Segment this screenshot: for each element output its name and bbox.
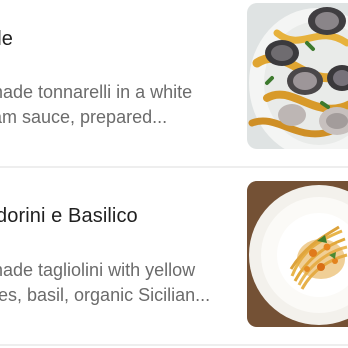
menu-list: ole made tonnarelli in a white lam sauce…	[0, 0, 348, 348]
menu-divider	[0, 344, 348, 346]
dish-photo-tagliolini[interactable]	[247, 181, 348, 327]
menu-item-description-line: made tagliolini with yellow	[0, 260, 196, 280]
menu-item-description-line: bes, basil, organic Sicilian...	[0, 285, 211, 305]
dish-photo-clam-pasta[interactable]	[247, 3, 348, 149]
menu-item-description-line: made tonnarelli in a white	[0, 82, 193, 102]
dish-photo-tagliolini-graphic	[247, 181, 348, 327]
menu-item-description: made tagliolini with yellow bes, basil, …	[0, 258, 210, 308]
menu-item-description: made tonnarelli in a white lam sauce, pr…	[0, 80, 192, 130]
menu-item-title: dorini e Basilico	[0, 205, 138, 227]
menu-item-clam-pasta[interactable]: ole made tonnarelli in a white lam sauce…	[0, 0, 348, 166]
dish-photo-clam-pasta-graphic	[247, 3, 348, 149]
menu-item-description-line: lam sauce, prepared...	[0, 107, 168, 127]
menu-item-title: ole	[0, 28, 13, 50]
menu-item-tagliolini[interactable]: dorini e Basilico made tagliolini with y…	[0, 168, 348, 338]
